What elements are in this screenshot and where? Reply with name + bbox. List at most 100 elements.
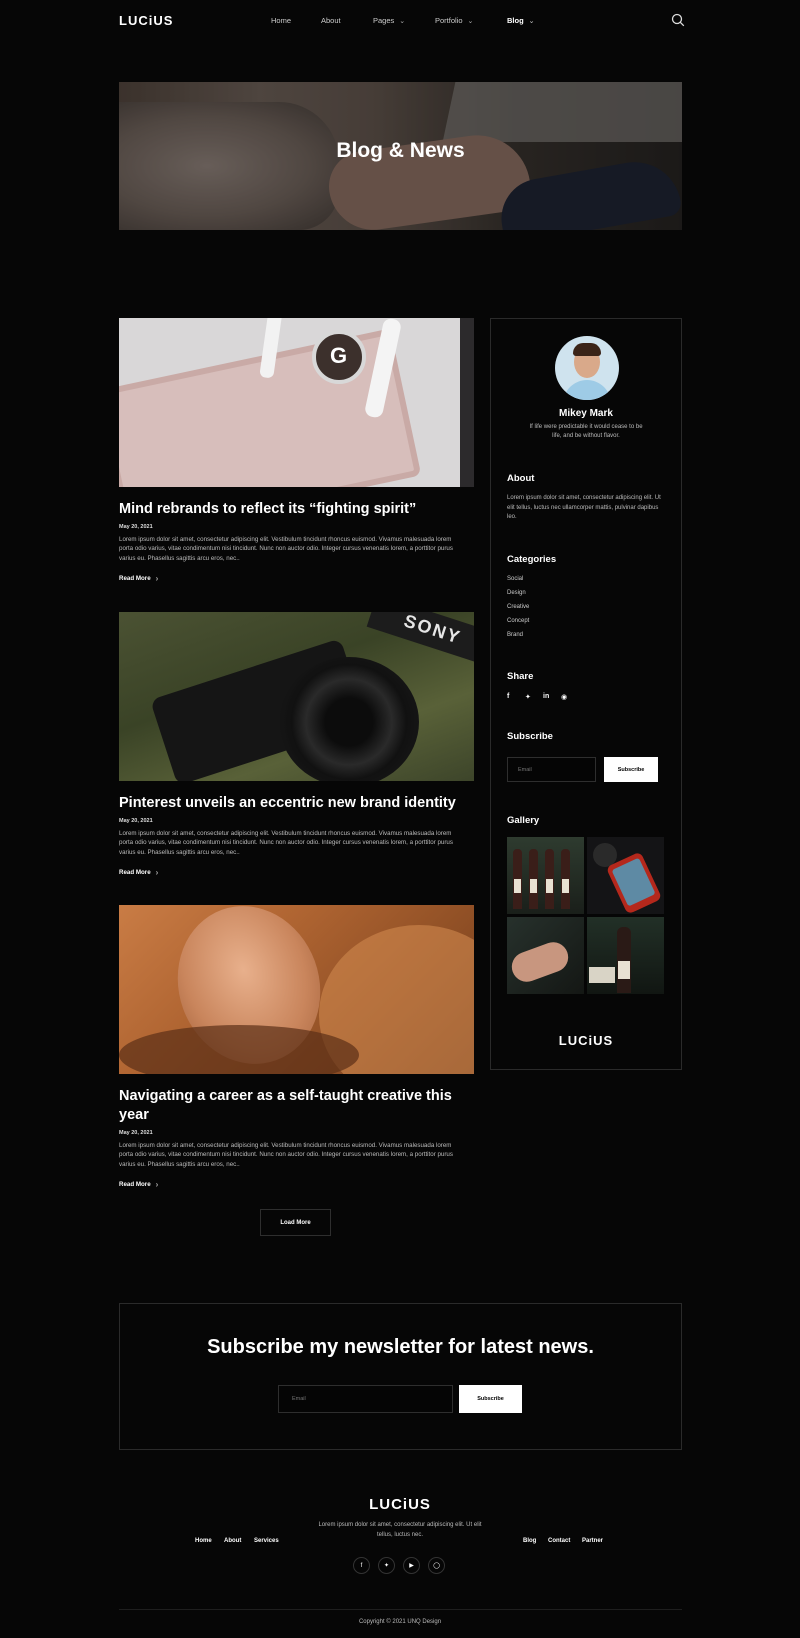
share-heading: Share bbox=[507, 671, 534, 682]
load-more-button[interactable]: Load More bbox=[260, 1209, 331, 1236]
reddit-icon[interactable]: ◉ bbox=[561, 693, 579, 701]
sidebar: Mikey Mark If life were predictable it w… bbox=[490, 318, 682, 1070]
footer-links-left: Home About Services bbox=[195, 1538, 279, 1544]
post-excerpt: Lorem ipsum dolor sit amet, consectetur … bbox=[119, 535, 453, 563]
instagram-icon[interactable]: ◯ bbox=[428, 1557, 445, 1574]
gallery-image[interactable] bbox=[507, 917, 584, 994]
nav-link-blog[interactable]: Blog ⌄ bbox=[507, 16, 535, 25]
footer-link-about[interactable]: About bbox=[224, 1538, 254, 1544]
read-more-link[interactable]: Read More › bbox=[119, 1180, 158, 1189]
post-image[interactable] bbox=[119, 318, 474, 487]
post-title[interactable]: Pinterest unveils an eccentric new brand… bbox=[119, 794, 474, 813]
blog-post: Navigating a career as a self-taught cre… bbox=[119, 905, 474, 1191]
nav-link-label: Blog bbox=[507, 16, 524, 25]
about-heading: About bbox=[507, 473, 535, 484]
image-jar-shape bbox=[312, 330, 366, 384]
nav-link-pages[interactable]: Pages ⌄ bbox=[373, 16, 435, 25]
category-item[interactable]: Design bbox=[507, 590, 529, 604]
categories-heading: Categories bbox=[507, 554, 557, 565]
image-lens-shape bbox=[279, 657, 419, 781]
chevron-down-icon: ⌄ bbox=[467, 17, 474, 25]
sidebar-email-input[interactable] bbox=[507, 757, 596, 782]
sidebar-subscribe-button[interactable]: Subscribe bbox=[604, 757, 658, 782]
search-icon[interactable] bbox=[671, 13, 685, 27]
avatar-hair-shape bbox=[573, 343, 601, 356]
footer-description: Lorem ipsum dolor sit amet, consectetur … bbox=[318, 1522, 482, 1538]
hero-banner: Blog & News bbox=[119, 82, 682, 230]
nav-link-label: Portfolio bbox=[435, 16, 463, 25]
read-more-link[interactable]: Read More › bbox=[119, 574, 158, 583]
footer-link-contact[interactable]: Contact bbox=[548, 1538, 582, 1544]
image-bottle-shape bbox=[513, 849, 522, 909]
share-icons: f ✦ in ◉ bbox=[507, 693, 579, 701]
image-hand-shape bbox=[507, 937, 573, 987]
read-more-label: Read More bbox=[119, 1180, 151, 1188]
newsletter-email-input[interactable] bbox=[278, 1385, 453, 1413]
site-logo[interactable]: LUCiUS bbox=[119, 13, 173, 28]
nav-link-portfolio[interactable]: Portfolio ⌄ bbox=[435, 16, 507, 25]
nav-link-home[interactable]: Home bbox=[271, 16, 321, 25]
footer-link-blog[interactable]: Blog bbox=[523, 1538, 548, 1544]
gallery-image[interactable] bbox=[587, 917, 664, 994]
category-item[interactable]: Social bbox=[507, 576, 529, 590]
post-excerpt: Lorem ipsum dolor sit amet, consectetur … bbox=[119, 1141, 453, 1168]
image-bottle-shape bbox=[545, 849, 554, 909]
avatar[interactable] bbox=[555, 336, 619, 400]
image-card-shape bbox=[589, 967, 615, 983]
newsletter-box: Subscribe my newsletter for latest news.… bbox=[119, 1303, 682, 1450]
copyright-text: Copyright © 2021 UNQ Design bbox=[358, 1619, 442, 1625]
gallery-heading: Gallery bbox=[507, 815, 540, 826]
author-bio: If life were predictable it would cease … bbox=[529, 424, 643, 440]
twitter-icon[interactable]: ✦ bbox=[378, 1557, 395, 1574]
footer-link-services[interactable]: Services bbox=[254, 1538, 279, 1544]
nav-link-label: Home bbox=[271, 16, 292, 25]
post-title[interactable]: Mind rebrands to reflect its “fighting s… bbox=[119, 500, 474, 519]
post-date: May 20, 2021 bbox=[119, 523, 153, 530]
nav-links: Home About Pages ⌄ Portfolio ⌄ Blog ⌄ bbox=[271, 16, 535, 25]
post-date: May 20, 2021 bbox=[119, 1129, 153, 1136]
nav-link-about[interactable]: About bbox=[321, 16, 373, 25]
post-title[interactable]: Navigating a career as a self-taught cre… bbox=[119, 1087, 474, 1125]
top-nav: LUCiUS Home About Pages ⌄ Portfolio ⌄ Blog… bbox=[0, 0, 800, 42]
image-strap-shape bbox=[366, 612, 474, 664]
chevron-right-icon: › bbox=[155, 1179, 159, 1189]
gallery-image[interactable] bbox=[507, 837, 584, 914]
post-excerpt: Lorem ipsum dolor sit amet, consectetur … bbox=[119, 829, 453, 857]
footer-link-partner[interactable]: Partner bbox=[582, 1538, 603, 1544]
footer-social-icons: f ✦ ▶ ◯ bbox=[353, 1557, 445, 1574]
image-bottle-shape bbox=[561, 849, 570, 909]
post-date: May 20, 2021 bbox=[119, 817, 153, 824]
image-bottle-shape bbox=[617, 927, 631, 993]
gallery-grid bbox=[507, 837, 665, 994]
chevron-down-icon: ⌄ bbox=[528, 17, 535, 25]
newsletter-title: Subscribe my newsletter for latest news. bbox=[207, 1336, 594, 1358]
author-name: Mikey Mark bbox=[559, 408, 613, 419]
chevron-right-icon: › bbox=[155, 867, 159, 877]
facebook-icon[interactable]: f bbox=[353, 1557, 370, 1574]
youtube-icon[interactable]: ▶ bbox=[403, 1557, 420, 1574]
nav-link-label: About bbox=[321, 16, 341, 25]
footer-link-home[interactable]: Home bbox=[195, 1538, 224, 1544]
category-item[interactable]: Creative bbox=[507, 604, 529, 618]
nav-link-label: Pages bbox=[373, 16, 395, 25]
newsletter-subscribe-button[interactable]: Subscribe bbox=[459, 1385, 522, 1413]
twitter-icon[interactable]: ✦ bbox=[525, 693, 543, 701]
sidebar-logo: LUCiUS bbox=[558, 1033, 614, 1048]
image-strap-shape bbox=[460, 318, 474, 487]
category-list: Social Design Creative Concept Brand bbox=[507, 576, 529, 646]
footer-logo[interactable]: LUCiUS bbox=[0, 1496, 800, 1513]
subscribe-heading: Subscribe bbox=[507, 731, 553, 742]
footer-divider bbox=[119, 1609, 682, 1610]
facebook-icon[interactable]: f bbox=[507, 693, 525, 701]
chevron-down-icon: ⌄ bbox=[399, 17, 406, 25]
image-bottle-shape bbox=[529, 849, 538, 909]
read-more-link[interactable]: Read More › bbox=[119, 868, 158, 877]
category-item[interactable]: Concept bbox=[507, 618, 529, 632]
page-title: Blog & News bbox=[336, 139, 465, 162]
category-item[interactable]: Brand bbox=[507, 632, 529, 646]
linkedin-icon[interactable]: in bbox=[543, 693, 561, 701]
post-image[interactable] bbox=[119, 905, 474, 1074]
blog-post: Mind rebrands to reflect its “fighting s… bbox=[119, 318, 474, 585]
post-image[interactable] bbox=[119, 612, 474, 781]
gallery-image[interactable] bbox=[587, 837, 664, 914]
